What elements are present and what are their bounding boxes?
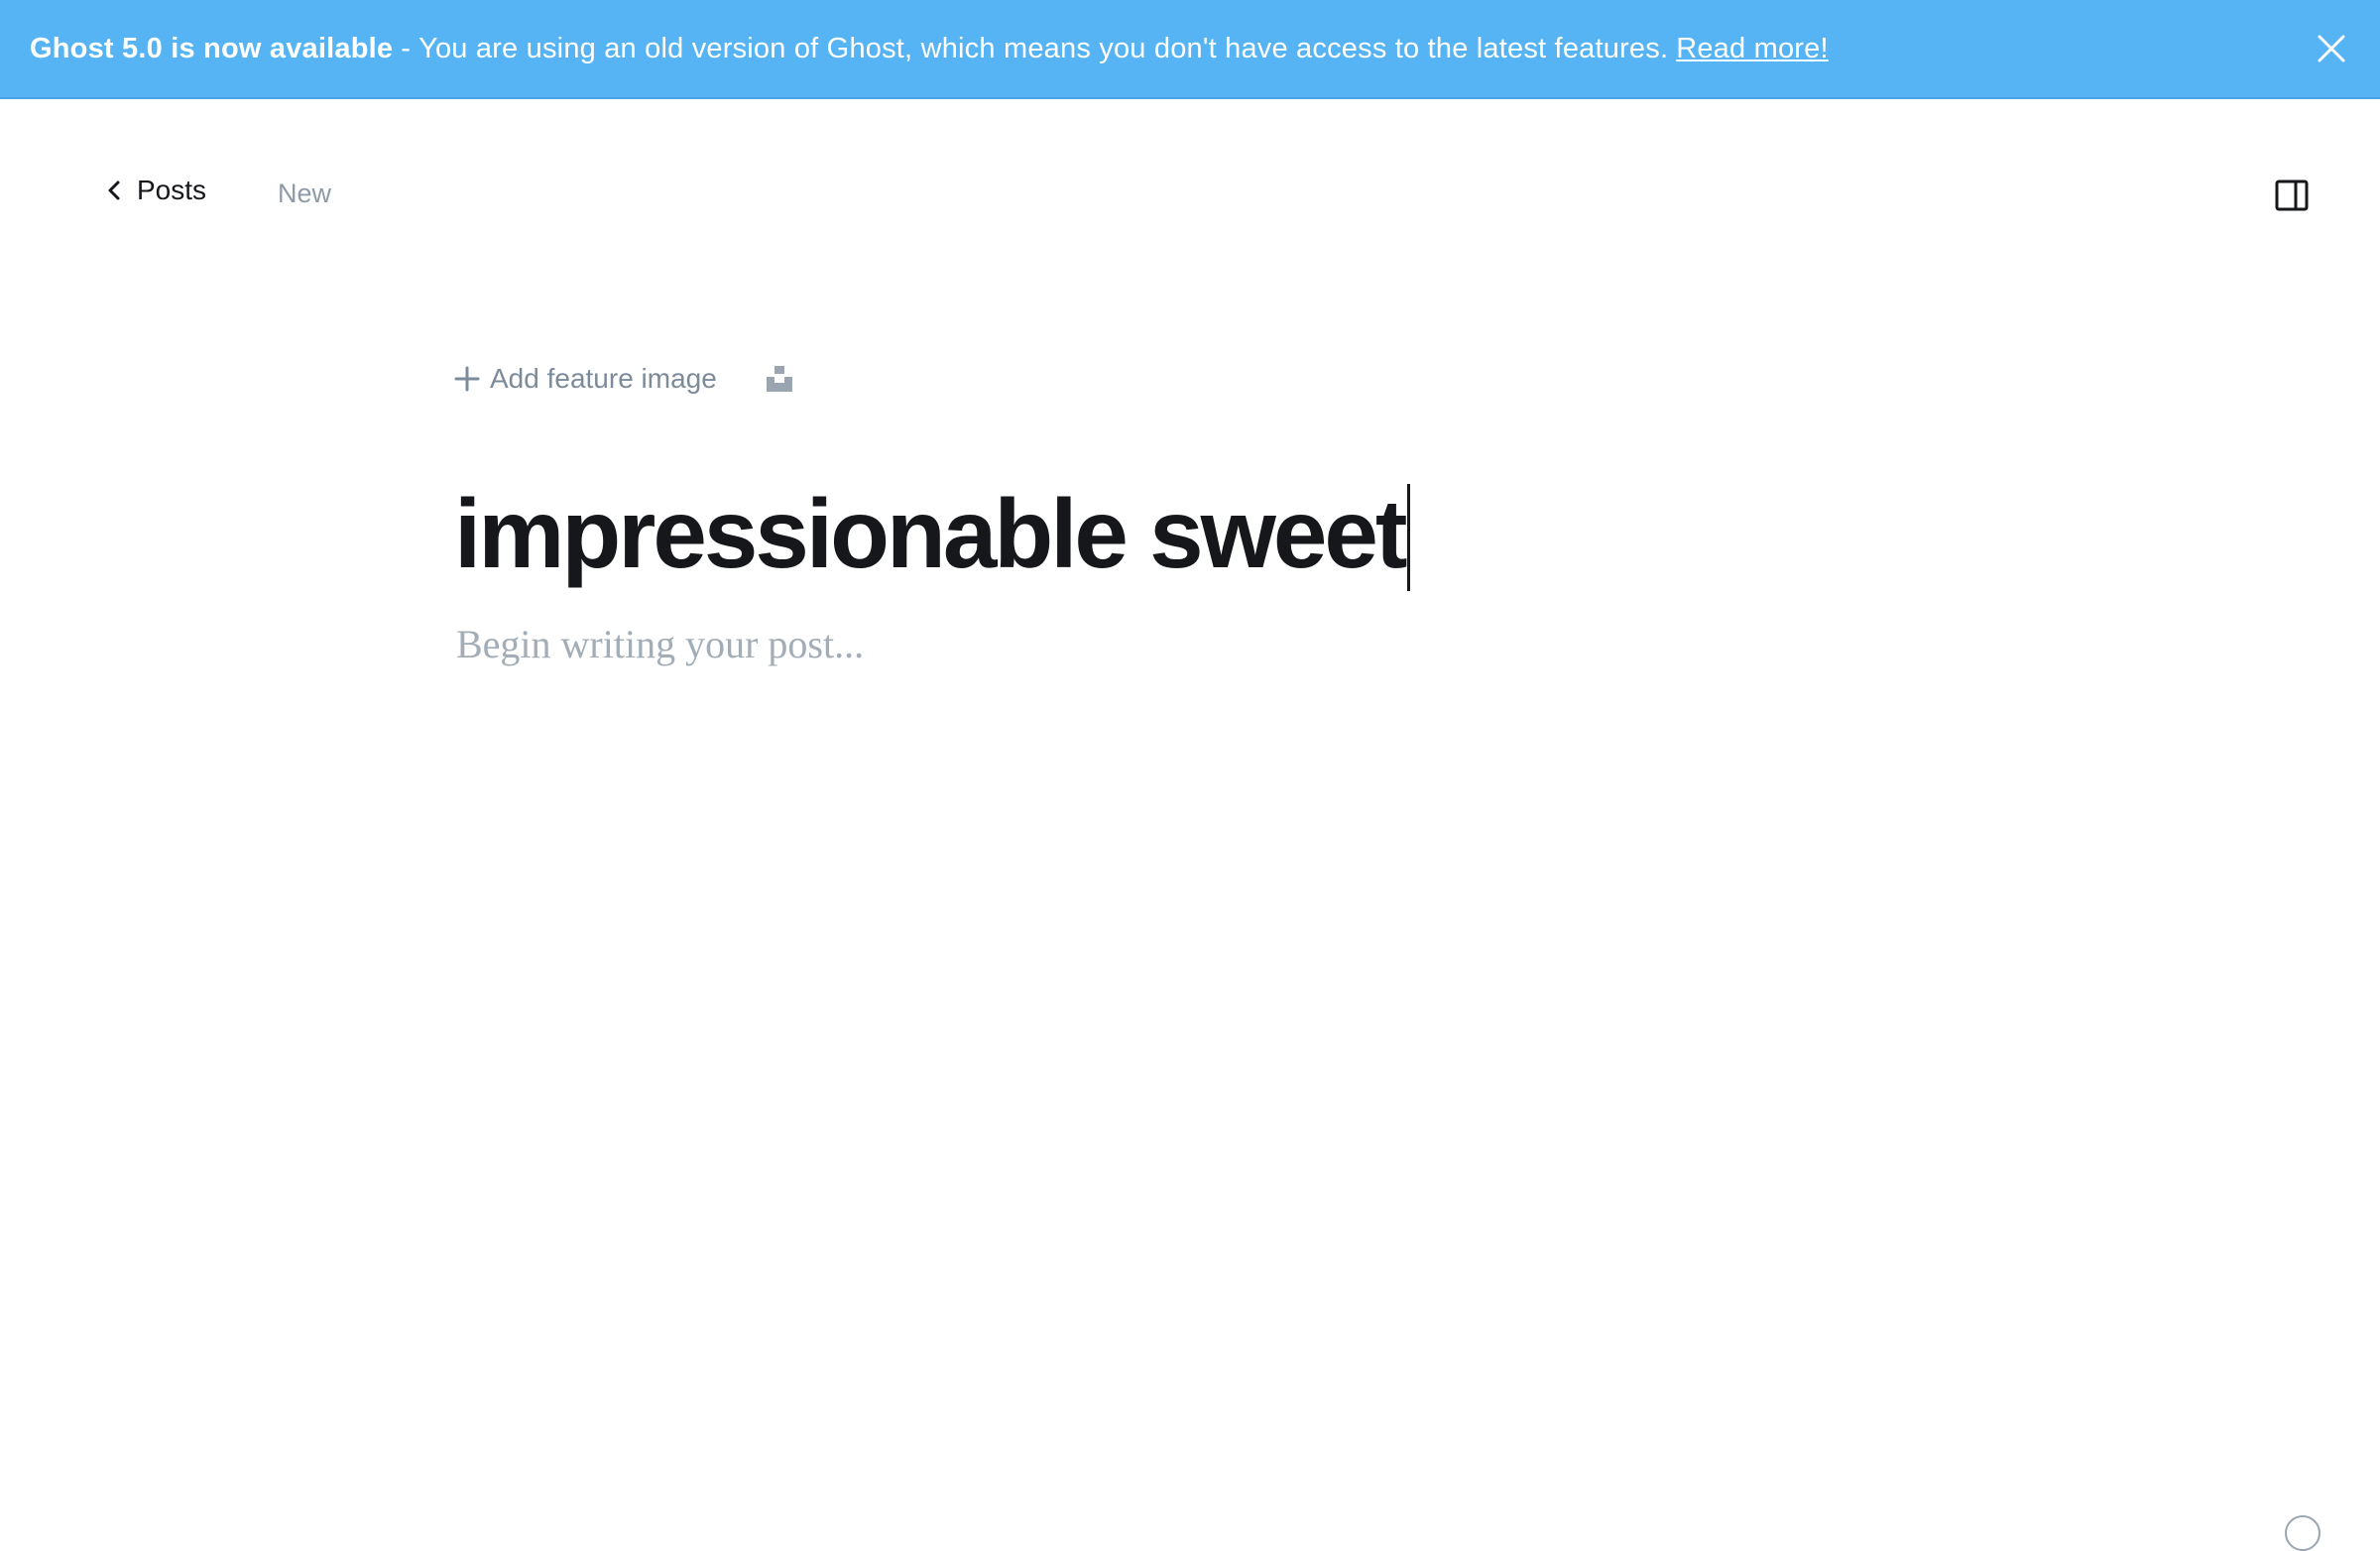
sidebar-toggle-icon[interactable] xyxy=(2275,179,2309,212)
unsplash-icon[interactable] xyxy=(765,364,794,394)
post-title-text: impressionable sweet xyxy=(454,479,1405,588)
add-feature-image-label: Add feature image xyxy=(490,363,717,395)
post-status: New xyxy=(278,179,331,209)
back-to-posts-button[interactable]: Posts xyxy=(107,175,206,206)
upgrade-banner: Ghost 5.0 is now available - You are usi… xyxy=(0,0,2380,99)
post-title-input[interactable]: impressionable sweet xyxy=(454,474,1410,595)
text-cursor xyxy=(1407,484,1410,591)
plus-icon xyxy=(454,366,480,392)
add-feature-image-button[interactable]: Add feature image xyxy=(454,363,717,395)
banner-separator: - xyxy=(401,33,411,65)
read-more-link[interactable]: Read more! xyxy=(1676,33,1829,65)
feature-image-controls: Add feature image xyxy=(454,363,794,395)
close-icon[interactable] xyxy=(2317,34,2346,63)
chevron-left-icon xyxy=(107,179,121,201)
editor-header xyxy=(0,99,2380,293)
help-icon[interactable] xyxy=(2285,1515,2320,1551)
banner-title: Ghost 5.0 is now available xyxy=(30,33,393,65)
back-label: Posts xyxy=(137,175,206,206)
banner-message: You are using an old version of Ghost, w… xyxy=(418,33,1668,65)
post-body-editor[interactable]: Begin writing your post... xyxy=(456,621,864,667)
